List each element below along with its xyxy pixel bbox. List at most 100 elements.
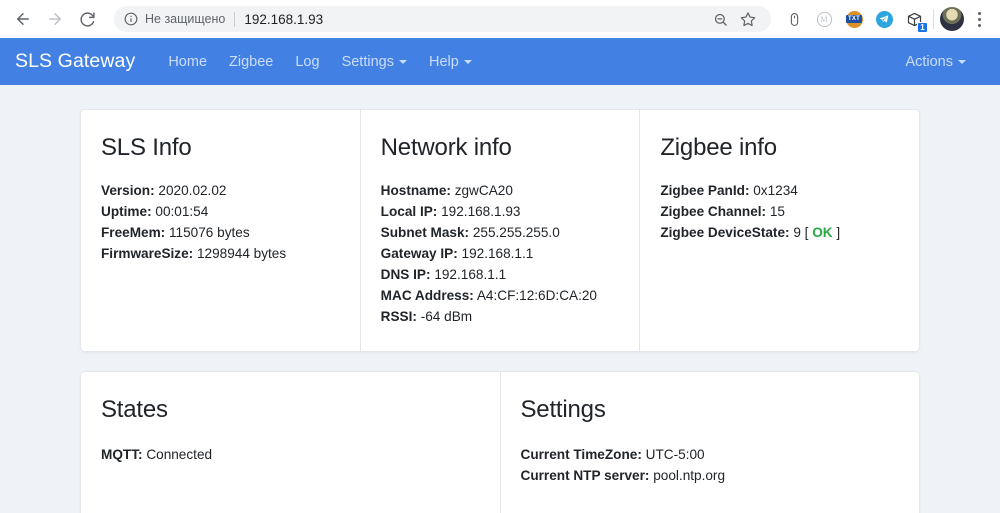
nav-link-help-label: Help <box>429 54 459 70</box>
package-extension-icon[interactable]: 1 <box>901 6 927 32</box>
info-card-group-top: SLS Info Version: 2020.02.02 Uptime: 00:… <box>80 109 920 352</box>
table-row: DNS IP: 192.168.1.1 <box>381 264 620 285</box>
table-row: MAC Address: A4:CF:12:6D:CA:20 <box>381 285 620 306</box>
table-row: Zigbee Channel: 15 <box>660 201 899 222</box>
status-bracket-open: [ <box>805 225 809 240</box>
label-subnet-mask: Subnet Mask: <box>381 225 469 240</box>
nav-link-settings-label: Settings <box>342 54 394 70</box>
value-zigbee-channel: 15 <box>770 204 785 219</box>
card-zigbee-info: Zigbee info Zigbee PanId: 0x1234 Zigbee … <box>639 110 919 351</box>
navbar-links: Home Zigbee Log Settings Help <box>157 48 482 76</box>
label-mac-address: MAC Address: <box>381 288 474 303</box>
label-hostname: Hostname: <box>381 183 451 198</box>
value-firmwaresize: 1298944 bytes <box>197 246 286 261</box>
table-row: Uptime: 00:01:54 <box>101 201 340 222</box>
value-gateway-ip: 192.168.1.1 <box>462 246 534 261</box>
status-bracket-close: ] <box>836 225 840 240</box>
label-current-ntp-server: Current NTP server: <box>521 468 650 483</box>
address-bar[interactable]: Не защищено 192.168.1.93 <box>114 6 771 32</box>
table-row: Gateway IP: 192.168.1.1 <box>381 243 620 264</box>
value-current-ntp-server: pool.ntp.org <box>653 468 725 483</box>
table-row: MQTT: Connected <box>101 444 480 465</box>
table-row: Version: 2020.02.02 <box>101 180 340 201</box>
card-states: States MQTT: Connected <box>81 372 500 513</box>
card-network-info: Network info Hostname: zgwCA20 Local IP:… <box>360 110 640 351</box>
zoom-out-icon[interactable] <box>707 6 733 32</box>
reload-icon[interactable] <box>72 4 102 34</box>
nav-link-log[interactable]: Log <box>284 48 330 76</box>
info-card-group-bottom: States MQTT: Connected Settings Current … <box>80 371 920 513</box>
value-hostname: zgwCA20 <box>455 183 513 198</box>
value-subnet-mask: 255.255.255.0 <box>473 225 560 240</box>
three-dots-menu-icon[interactable] <box>966 6 992 32</box>
extensions-strip: M TXT 1 <box>777 6 927 32</box>
label-mqtt: MQTT: <box>101 447 143 462</box>
label-gateway-ip: Gateway IP: <box>381 246 458 261</box>
metamask-extension-icon[interactable]: M <box>811 6 837 32</box>
card-sls-info: SLS Info Version: 2020.02.02 Uptime: 00:… <box>81 110 360 351</box>
table-row: Local IP: 192.168.1.93 <box>381 201 620 222</box>
chevron-down-icon <box>464 60 472 64</box>
table-row: Subnet Mask: 255.255.255.0 <box>381 222 620 243</box>
chevron-down-icon <box>958 60 966 64</box>
nav-link-zigbee-label: Zigbee <box>229 54 273 70</box>
telegram-extension-icon[interactable] <box>871 6 897 32</box>
status-badge: OK <box>812 225 832 240</box>
value-mqtt: Connected <box>146 447 212 462</box>
card-title-sls-info: SLS Info <box>101 134 340 162</box>
table-row: Zigbee DeviceState: 9 [ OK ] <box>660 222 899 243</box>
nav-link-help[interactable]: Help <box>418 48 483 76</box>
label-freemem: FreeMem: <box>101 225 165 240</box>
table-row: Current NTP server: pool.ntp.org <box>521 465 900 486</box>
label-dns-ip: DNS IP: <box>381 267 431 282</box>
label-rssi: RSSI: <box>381 309 417 324</box>
label-zigbee-channel: Zigbee Channel: <box>660 204 766 219</box>
txt-extension-icon[interactable]: TXT <box>841 6 867 32</box>
value-local-ip: 192.168.1.93 <box>441 204 520 219</box>
value-zigbee-devicestate: 9 <box>793 225 801 240</box>
table-row: FirmwareSize: 1298944 bytes <box>101 243 340 264</box>
label-current-timezone: Current TimeZone: <box>521 447 642 462</box>
table-row: FreeMem: 115076 bytes <box>101 222 340 243</box>
card-title-states: States <box>101 396 480 424</box>
profile-avatar[interactable] <box>940 7 964 31</box>
value-uptime: 00:01:54 <box>155 204 208 219</box>
label-local-ip: Local IP: <box>381 204 438 219</box>
omnibox-divider <box>234 12 235 27</box>
forward-arrow-icon <box>40 4 70 34</box>
mouse-extension-icon[interactable] <box>781 6 807 32</box>
card-title-network-info: Network info <box>381 134 620 162</box>
value-dns-ip: 192.168.1.1 <box>434 267 506 282</box>
navbar-right: Actions <box>894 48 985 76</box>
star-icon[interactable] <box>735 6 761 32</box>
label-zigbee-panid: Zigbee PanId: <box>660 183 749 198</box>
nav-link-zigbee[interactable]: Zigbee <box>218 48 284 76</box>
nav-link-home-label: Home <box>168 54 207 70</box>
value-freemem: 115076 bytes <box>169 225 250 240</box>
value-current-timezone: UTC-5:00 <box>646 447 705 462</box>
package-badge-count: 1 <box>917 22 928 33</box>
page-content: SLS Info Version: 2020.02.02 Uptime: 00:… <box>0 85 1000 513</box>
table-row: RSSI: -64 dBm <box>381 306 620 327</box>
card-title-zigbee-info: Zigbee info <box>660 134 899 162</box>
chevron-down-icon <box>399 60 407 64</box>
nav-link-actions[interactable]: Actions <box>894 48 977 76</box>
browser-toolbar: Не защищено 192.168.1.93 M TXT <box>0 0 1000 38</box>
table-row: Zigbee PanId: 0x1234 <box>660 180 899 201</box>
table-row: Current TimeZone: UTC-5:00 <box>521 444 900 465</box>
table-row: Hostname: zgwCA20 <box>381 180 620 201</box>
value-zigbee-panid: 0x1234 <box>753 183 798 198</box>
value-version: 2020.02.02 <box>158 183 226 198</box>
nav-link-actions-label: Actions <box>905 54 953 70</box>
back-arrow-icon[interactable] <box>8 4 38 34</box>
value-mac-address: A4:CF:12:6D:CA:20 <box>477 288 597 303</box>
navbar-brand[interactable]: SLS Gateway <box>15 50 135 73</box>
card-title-settings: Settings <box>521 396 900 424</box>
info-circle-icon[interactable] <box>124 12 138 26</box>
app-navbar: SLS Gateway Home Zigbee Log Settings Hel… <box>0 38 1000 85</box>
label-version: Version: <box>101 183 155 198</box>
security-status-text: Не защищено <box>145 12 225 26</box>
nav-link-settings[interactable]: Settings <box>331 48 418 76</box>
toolbar-divider <box>933 9 934 29</box>
nav-link-home[interactable]: Home <box>157 48 218 76</box>
